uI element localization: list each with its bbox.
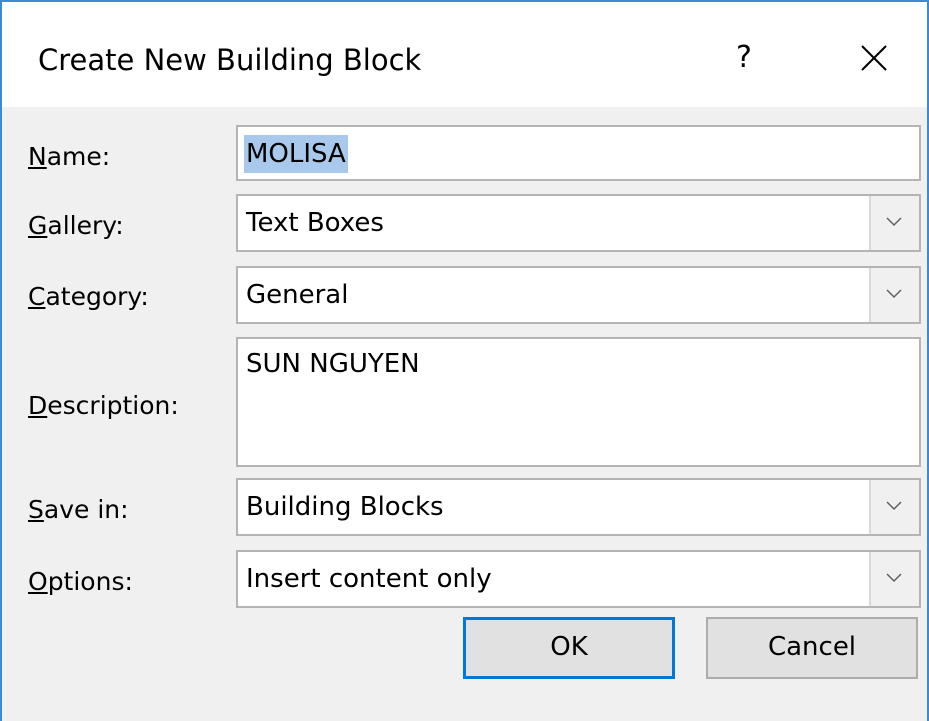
title-bar: Create New Building Block ? [2,2,927,107]
options-select[interactable]: Insert content only [236,550,921,608]
save-in-select-value: Building Blocks [246,492,444,522]
close-icon [861,45,887,71]
description-label: Description: [28,388,179,424]
save-in-label-text: ave in: [43,495,129,524]
gallery-select[interactable]: Text Boxes [236,194,921,252]
ok-button[interactable]: OK [463,617,675,679]
gallery-label-accesskey: G [28,211,48,240]
chevron-down-icon [886,573,902,583]
name-label-accesskey: N [28,142,47,171]
create-building-block-dialog: Create New Building Block ? Name: MOLISA… [0,0,929,721]
name-label-text: ame: [46,142,111,171]
name-label: Name: [28,139,110,175]
options-select-value: Insert content only [246,564,492,594]
dialog-title: Create New Building Block [38,43,422,77]
description-label-text: escription: [47,391,179,420]
category-label-text: ategory: [45,282,149,311]
name-input[interactable]: MOLISA [236,125,921,181]
description-label-accesskey: D [28,391,48,420]
cancel-button[interactable]: Cancel [706,617,918,679]
save-in-select[interactable]: Building Blocks [236,478,921,536]
category-label-accesskey: C [28,282,46,311]
chevron-down-icon [886,501,902,511]
options-label-text: ptions: [47,567,133,596]
name-input-value: MOLISA [244,135,348,173]
gallery-label-text: allery: [47,211,124,240]
help-button[interactable]: ? [720,26,768,90]
chevron-down-icon [886,217,902,227]
chevron-down-icon [886,289,902,299]
description-textarea-value: SUN NGUYEN [246,349,420,379]
gallery-select-value: Text Boxes [246,208,384,238]
category-label: Category: [28,279,149,315]
category-select[interactable]: General [236,266,921,324]
close-button[interactable] [842,26,906,90]
category-dropdown-button[interactable] [869,268,919,322]
save-in-label: Save in: [28,492,129,528]
category-select-value: General [246,280,349,310]
options-label: Options: [28,564,133,600]
gallery-dropdown-button[interactable] [869,196,919,250]
gallery-label: Gallery: [28,208,124,244]
description-textarea[interactable]: SUN NGUYEN [236,337,921,467]
save-in-dropdown-button[interactable] [869,480,919,534]
save-in-label-accesskey: S [28,495,44,524]
options-dropdown-button[interactable] [869,552,919,606]
options-label-accesskey: O [28,567,48,596]
